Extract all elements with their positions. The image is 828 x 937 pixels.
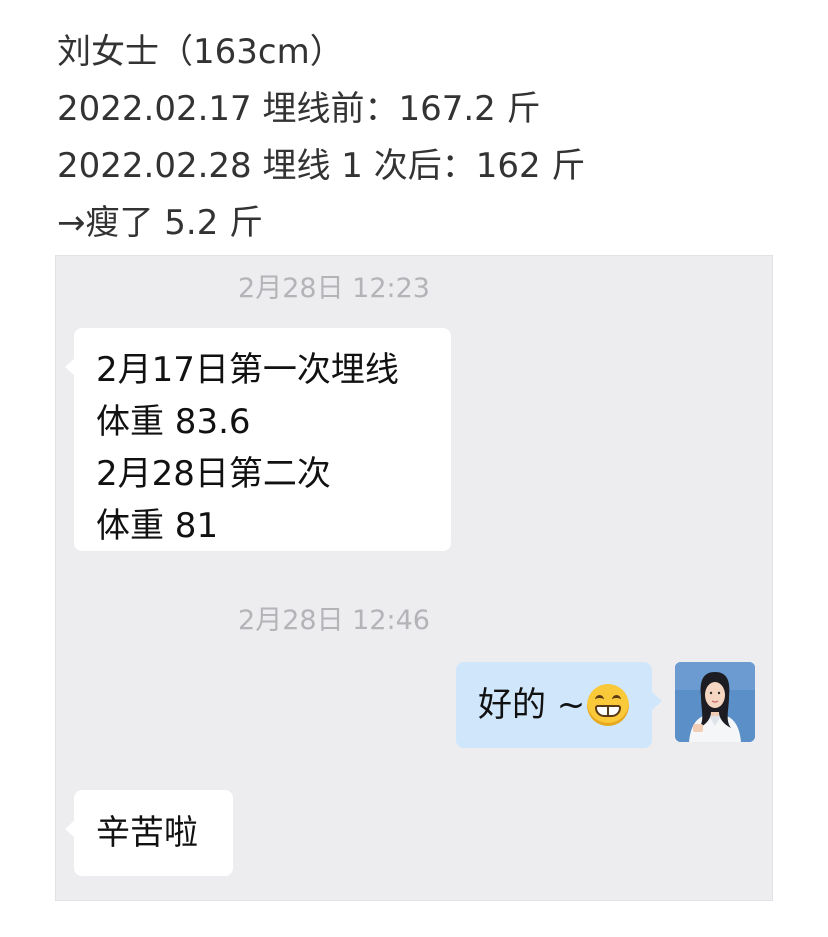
message-bubble-outgoing[interactable]: 好的 ~ — [456, 662, 662, 748]
message-bubble-incoming[interactable]: 2月17日第一次埋线 体重 83.6 2月28日第二次 体重 81 — [65, 328, 451, 551]
chat-timestamp: 2月28日 12:46 — [238, 605, 430, 636]
caption-line-after: 2022.02.28 埋线 1 次后：162 斤 — [57, 146, 586, 186]
grinning-face-emoji-icon — [587, 684, 630, 726]
message-line: 2月28日第二次 — [96, 454, 331, 494]
caption-line-result: →瘦了 5.2 斤 — [57, 203, 264, 243]
message-line: 体重 81 — [96, 506, 219, 546]
chat-timestamp: 2月28日 12:23 — [238, 273, 430, 304]
post-caption: 刘女士（163cm） 2022.02.17 埋线前：167.2 斤 2022.0… — [57, 24, 585, 252]
chat-screenshot: 2月28日 12:23 2月17日第一次埋线 体重 83.6 2月28日第二次 … — [55, 255, 773, 901]
message-line: 体重 83.6 — [96, 402, 251, 442]
message-line: 2月17日第一次埋线 — [96, 350, 399, 390]
message-bubble-incoming[interactable]: 辛苦啦 — [65, 790, 233, 876]
avatar[interactable] — [675, 662, 755, 742]
message-text: 好的 ~ — [478, 685, 586, 725]
caption-line-name: 刘女士（163cm） — [57, 32, 344, 72]
caption-line-before: 2022.02.17 埋线前：167.2 斤 — [57, 89, 541, 129]
avatar-portrait-icon — [675, 662, 755, 742]
